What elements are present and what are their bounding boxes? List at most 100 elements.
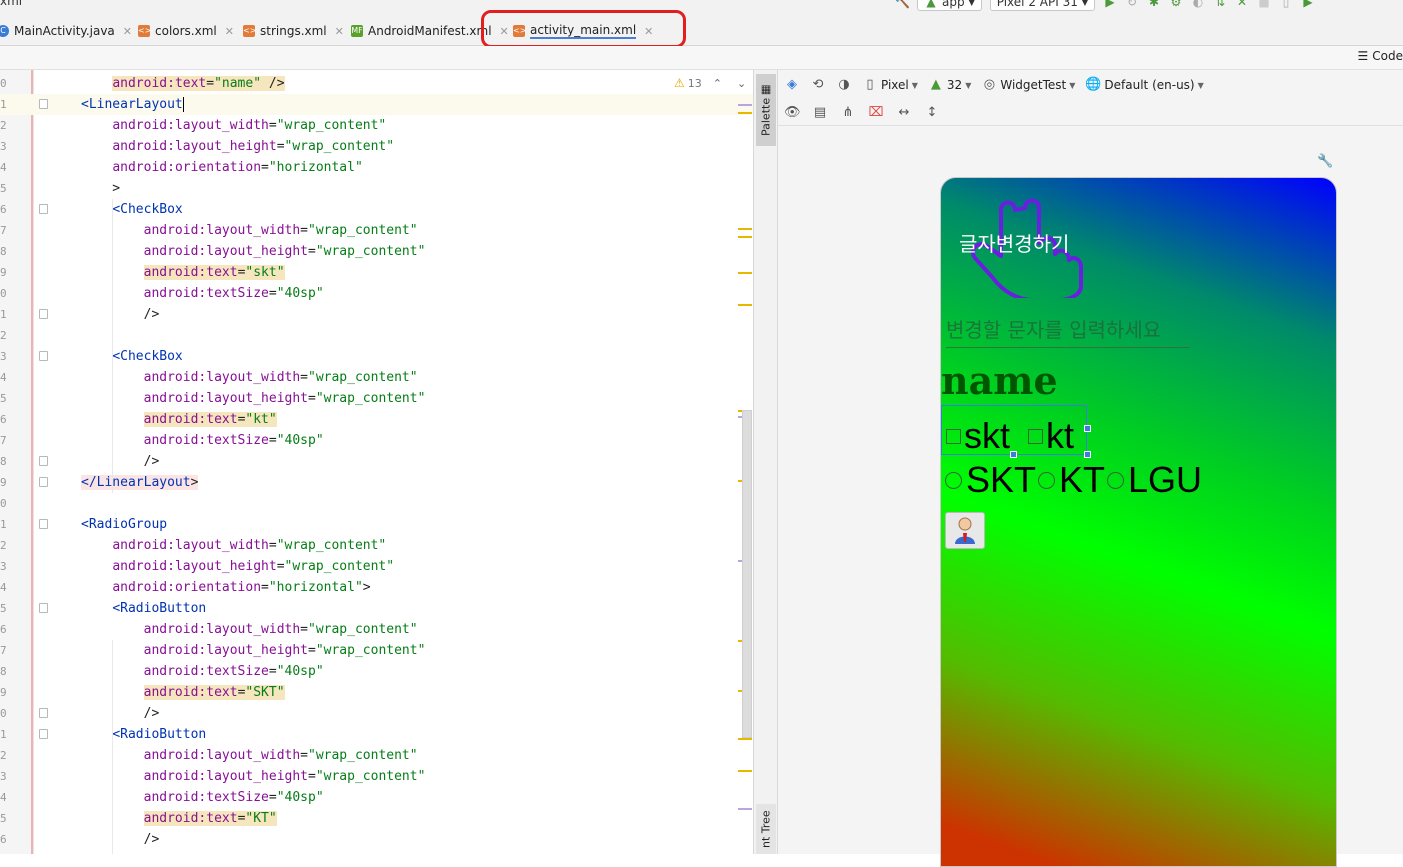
clear-constraints-icon[interactable]: ⌧ <box>868 105 884 121</box>
code-text: android:layout_width="wrap_content" <box>81 619 418 640</box>
view-options-toolbar: 👁 ▤ ⋔ ⌧ ↔ ↕ <box>778 100 1403 126</box>
resize-handle[interactable] <box>1010 451 1017 458</box>
grid-icon[interactable]: ▤ <box>812 105 828 121</box>
code-line[interactable]: 3 android:layout_height="wrap_content" <box>0 556 753 577</box>
checkbox-kt[interactable]: kt <box>1028 418 1074 454</box>
radio-lgu[interactable]: LGU <box>1107 462 1202 498</box>
code-line[interactable]: 1<RadioGroup <box>0 514 753 535</box>
code-line[interactable]: 4 android:orientation="horizontal" <box>0 157 753 178</box>
code-editor[interactable]: 0 android:text="name" />1<LinearLayout2 … <box>0 70 753 854</box>
radio-circle <box>1107 472 1124 489</box>
line-number: 8 <box>0 451 8 472</box>
code-text: </LinearLayout> <box>81 472 198 493</box>
theme-icon: ◎ <box>981 77 997 93</box>
code-line[interactable]: 6 android:layout_width="wrap_content" <box>0 619 753 640</box>
close-icon[interactable]: ✕ <box>123 25 132 38</box>
eye-icon[interactable]: 👁 <box>784 105 800 121</box>
line-number: 0 <box>0 493 8 514</box>
code-text: android:layout_height="wrap_content" <box>81 556 394 577</box>
edit-text-field[interactable]: 변경할 문자를 입력하세요 <box>946 314 1190 348</box>
logcat-icon[interactable]: ▶ <box>1301 0 1315 9</box>
fold-marker-icon[interactable] <box>39 309 48 319</box>
attach-icon[interactable]: ◐ <box>1191 0 1205 9</box>
menu-lines-icon: ☰ <box>1358 49 1369 63</box>
magnet-icon[interactable]: ⋔ <box>840 105 856 121</box>
code-line[interactable]: 5 <RadioButton <box>0 598 753 619</box>
fold-marker-icon[interactable] <box>39 708 48 718</box>
locale-dropdown[interactable]: 🌐Default (en-us)▼ <box>1085 77 1203 93</box>
profile-icon[interactable]: ⚙ <box>1169 0 1183 9</box>
fold-marker-icon[interactable] <box>39 729 48 739</box>
line-number: 3 <box>0 346 8 367</box>
run-icon[interactable]: ▶ <box>1103 0 1117 9</box>
apply-changes-icon[interactable]: ↻ <box>1125 0 1139 9</box>
hammer-icon[interactable]: 🔨 <box>895 0 909 9</box>
fold-marker-icon[interactable] <box>39 519 48 529</box>
selected-linearlayout[interactable]: skt kt <box>941 405 1087 455</box>
fold-marker-icon[interactable] <box>39 351 48 361</box>
layers-icon[interactable]: ◈ <box>784 77 800 93</box>
phone-icon: ▯ <box>862 77 878 93</box>
expand-vertical-icon[interactable]: ↕ <box>924 105 940 121</box>
device-manager-icon[interactable]: ▯ <box>1279 0 1293 9</box>
change-text-button[interactable]: 글자변경하기 <box>959 228 1069 257</box>
checkbox-skt[interactable]: skt <box>946 418 1010 454</box>
code-line[interactable]: 3 android:layout_height="wrap_content" <box>0 136 753 157</box>
code-text: android:layout_width="wrap_content" <box>81 115 386 136</box>
debug-icon[interactable]: ✱ <box>1147 0 1161 9</box>
sync-icon[interactable]: ✕ <box>1235 0 1249 9</box>
night-mode-icon[interactable]: ◑ <box>836 77 852 93</box>
stop-icon[interactable]: ■ <box>1257 0 1271 9</box>
close-icon[interactable]: ✕ <box>335 25 344 38</box>
code-text: android:textSize="40sp" <box>81 283 324 304</box>
device-select[interactable]: Pixel 2 API 31▼ <box>990 0 1095 11</box>
fold-marker-icon[interactable] <box>39 603 48 613</box>
code-line[interactable]: 5 > <box>0 178 753 199</box>
line-number: 5 <box>0 598 8 619</box>
code-line[interactable]: 4 android:orientation="horizontal"> <box>0 577 753 598</box>
globe-icon: 🌐 <box>1085 77 1101 93</box>
component-tree-tab[interactable]: nt Tree <box>756 804 776 854</box>
code-text: android:layout_height="wrap_content" <box>81 241 425 262</box>
warning-icon: ⚠ <box>674 76 685 90</box>
api-dropdown[interactable]: ▲32▼ <box>928 77 971 93</box>
code-line[interactable]: 1<LinearLayout <box>0 94 753 115</box>
line-number: 3 <box>0 766 8 787</box>
chevron-up-icon[interactable]: ⌃ <box>713 77 722 90</box>
theme-dropdown[interactable]: ◎WidgetTest▼ <box>981 77 1075 93</box>
android-icon: ▲ <box>928 77 944 93</box>
resize-handle[interactable] <box>1084 425 1091 432</box>
device-preview: 글자변경하기 변경할 문자를 입력하세요 name skt kt SKT KT … <box>940 177 1337 867</box>
image-button[interactable] <box>945 512 985 549</box>
code-line[interactable]: 2 android:layout_width="wrap_content" <box>0 115 753 136</box>
tab-strings[interactable]: <> strings.xml ✕ <box>243 20 344 42</box>
tab-colors[interactable]: <> colors.xml ✕ <box>138 20 234 42</box>
code-text: android:textSize="40sp" <box>81 430 324 451</box>
tab-mainactivity[interactable]: C MainActivity.java ✕ <box>0 20 132 42</box>
person-icon <box>952 516 978 546</box>
line-number: 6 <box>0 619 8 640</box>
resize-handle[interactable] <box>1084 451 1091 458</box>
palette-tab[interactable]: Palette ▦ <box>756 74 776 146</box>
vertical-scrollbar[interactable] <box>742 410 752 738</box>
close-icon[interactable]: ✕ <box>225 25 234 38</box>
radio-kt[interactable]: KT <box>1038 462 1105 498</box>
fold-marker-icon[interactable] <box>39 99 48 109</box>
code-mode-button[interactable]: ☰ Code <box>1358 49 1403 63</box>
code-line[interactable]: 0 android:text="name" /> <box>0 73 753 94</box>
fold-marker-icon[interactable] <box>39 477 48 487</box>
wrench-icon[interactable]: 🔧 <box>1317 154 1333 169</box>
run-config-select[interactable]: ▲app▼ <box>917 0 982 11</box>
orientation-icon[interactable]: ⟲ <box>810 77 826 93</box>
code-text: <CheckBox <box>81 199 183 220</box>
fold-marker-icon[interactable] <box>39 456 48 466</box>
side-tool-strip: Palette ▦ nt Tree <box>753 70 778 854</box>
code-line[interactable]: 0 <box>0 493 753 514</box>
code-line[interactable]: 2 android:layout_width="wrap_content" <box>0 535 753 556</box>
gradle-icon[interactable]: ⇅ <box>1213 0 1227 9</box>
radio-skt[interactable]: SKT <box>945 462 1036 498</box>
fold-marker-icon[interactable] <box>39 204 48 214</box>
code-text: android:layout_height="wrap_content" <box>81 766 425 787</box>
expand-horizontal-icon[interactable]: ↔ <box>896 105 912 121</box>
device-dropdown[interactable]: ▯Pixel▼ <box>862 77 918 93</box>
